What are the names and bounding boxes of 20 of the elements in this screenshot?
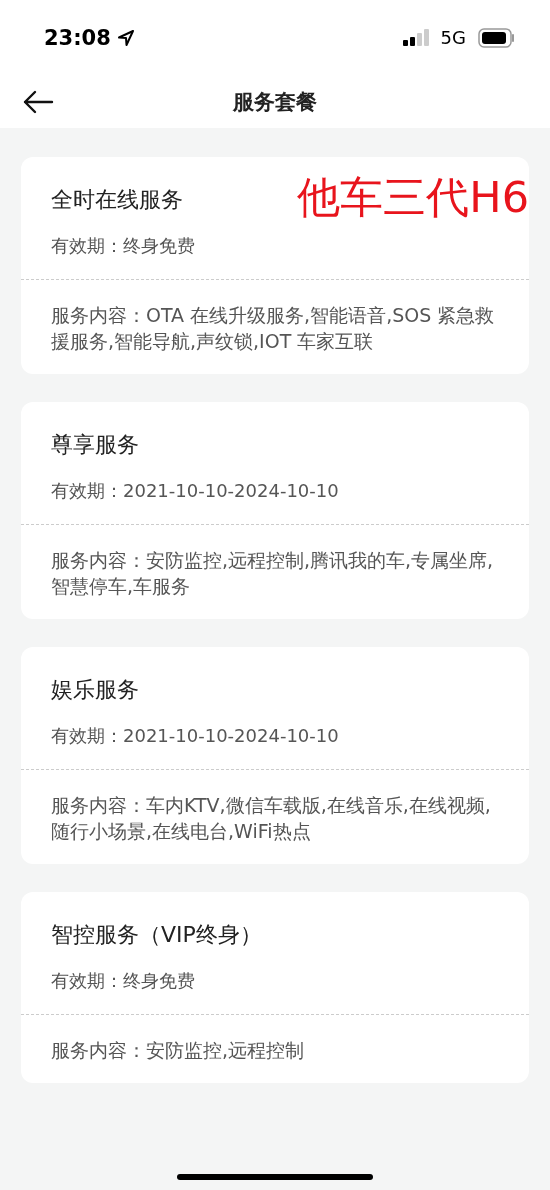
service-content: 服务内容：安防监控,远程控制 <box>51 1038 306 1063</box>
network-label: 5G <box>440 27 466 48</box>
validity-text: 有效期：2021-10-10-2024-10-10 <box>51 724 340 748</box>
back-button[interactable] <box>22 88 56 116</box>
validity-text: 有效期：终身免费 <box>51 234 196 258</box>
service-content: 服务内容：安防监控,远程控制,腾讯我的车,专属坐席,智慧停车,车服务 <box>51 548 495 599</box>
location-arrow-icon <box>116 28 135 47</box>
signal-icon <box>402 28 431 47</box>
status-time: 23:08 <box>44 25 111 50</box>
package-name: 智控服务（VIP终身） <box>51 921 262 949</box>
annotation-text: 他车三代H6 <box>297 171 529 224</box>
package-name: 全时在线服务 <box>51 186 183 214</box>
package-name: 娱乐服务 <box>51 676 139 704</box>
package-name: 尊享服务 <box>51 431 139 459</box>
validity-text: 有效期：2021-10-10-2024-10-10 <box>51 479 340 503</box>
service-content: 服务内容：OTA 在线升级服务,智能语音,SOS 紧急救援服务,智能导航,声纹锁,IOT 车家互联 <box>51 303 495 354</box>
validity-text: 有效期：终身免费 <box>51 969 196 993</box>
page-title: 服务套餐 <box>233 88 317 116</box>
battery-icon <box>478 27 516 48</box>
service-content: 服务内容：车内KTV,微信车载版,在线音乐,在线视频,随行小场景,在线电台,WiFi热点 <box>51 793 492 844</box>
